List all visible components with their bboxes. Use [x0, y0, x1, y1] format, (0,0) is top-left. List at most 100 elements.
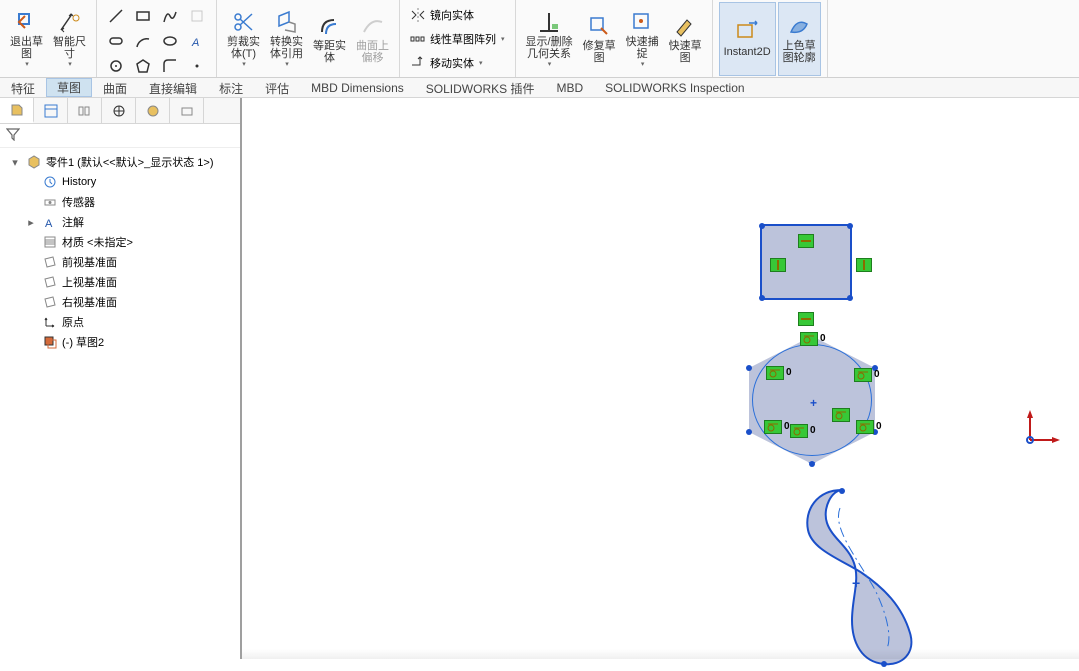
tree-item-front-plane[interactable]: 前视基准面 [16, 252, 240, 272]
vertical-relation-icon[interactable] [770, 258, 786, 272]
tree-item-annotations[interactable]: ▸ A 注解 [16, 212, 240, 232]
tab-direct-edit[interactable]: 直接编辑 [138, 78, 208, 97]
relation-annotation: 0 [786, 367, 792, 378]
tangent-relation-icon[interactable] [832, 408, 850, 422]
relation-annotation: 0 [784, 421, 790, 432]
repair-sketch-button[interactable]: 修复草 图 [579, 2, 620, 76]
horizontal-relation-icon[interactable] [798, 234, 814, 248]
vertex-handle[interactable] [759, 295, 765, 301]
tree-item-origin[interactable]: 原点 [16, 312, 240, 332]
tangent-relation-icon[interactable] [764, 420, 782, 434]
tree-item-label: 上视基准面 [62, 274, 117, 290]
tab-surfaces[interactable]: 曲面 [92, 78, 138, 97]
circle-tool-button[interactable] [103, 54, 129, 78]
tangent-relation-icon[interactable] [856, 420, 874, 434]
cam-manager-tab[interactable] [170, 98, 204, 123]
tree-item-right-plane[interactable]: 右视基准面 [16, 292, 240, 312]
ellipse-tool-button[interactable] [157, 29, 183, 53]
svg-text:A: A [45, 218, 53, 229]
offset-on-surface-button[interactable]: 曲面上 偏移 [352, 2, 393, 76]
vertex-handle[interactable] [809, 461, 815, 467]
svg-text:A: A [191, 37, 199, 49]
horizontal-relation-icon[interactable] [798, 312, 814, 326]
offset-entities-button[interactable]: 等距实 体 [309, 2, 350, 76]
orientation-triad[interactable] [1022, 408, 1062, 451]
tab-sketch[interactable]: 草图 [46, 78, 92, 97]
tree-item-material[interactable]: 材质 <未指定> [16, 232, 240, 252]
cursor-cross-icon: + [852, 575, 860, 591]
tab-evaluate[interactable]: 评估 [254, 78, 300, 97]
tangent-relation-icon[interactable] [766, 366, 784, 380]
tab-mbd[interactable]: MBD [545, 78, 594, 97]
vertex-handle[interactable] [746, 365, 752, 371]
tangent-relation-icon[interactable] [854, 368, 872, 382]
property-manager-tab[interactable] [34, 98, 68, 123]
tab-features[interactable]: 特征 [0, 78, 46, 97]
display-relations-button[interactable]: 显示/删除 几何关系 ▾ [522, 2, 577, 76]
sketch-spline[interactable] [802, 488, 942, 668]
vertical-relation-icon[interactable] [856, 258, 872, 272]
repair-sketch-label: 修复草 图 [583, 40, 616, 64]
text-tool-button[interactable]: A [184, 29, 210, 53]
smart-dimension-button[interactable]: 智能尺 寸 ▾ [49, 2, 90, 76]
mirror-entities-button[interactable]: 镜向实体 [406, 4, 509, 26]
point-tool-button[interactable] [184, 54, 210, 78]
tree-item-history[interactable]: History [16, 172, 240, 192]
feature-manager-tab[interactable] [0, 98, 34, 123]
tree-item-sketch2[interactable]: (-) 草图2 [16, 332, 240, 352]
fillet-tool-button[interactable] [157, 54, 183, 78]
tab-addins[interactable]: SOLIDWORKS 插件 [415, 78, 546, 97]
tangent-relation-icon[interactable] [790, 424, 808, 438]
linear-pattern-button[interactable]: 线性草图阵列 ▾ [406, 28, 509, 50]
center-mark-icon: + [810, 396, 817, 410]
part-icon [26, 154, 42, 170]
rapid-sketch-label: 快速草 图 [669, 40, 702, 64]
convert-entities-button[interactable]: 转换实 体引用 ▾ [266, 2, 307, 76]
sketch-polygon[interactable]: + [742, 336, 882, 464]
dropdown-arrow-icon: ▾ [548, 60, 552, 68]
display-manager-tab[interactable] [136, 98, 170, 123]
trim-entities-button[interactable]: 剪裁实 体(T) ▾ [223, 2, 264, 76]
graphics-viewport[interactable]: + 0 0 0 0 0 0 [242, 98, 1079, 659]
rectangle-tool-button[interactable] [130, 4, 156, 28]
command-manager-tabs: 特征 草图 曲面 直接编辑 标注 评估 MBD Dimensions SOLID… [0, 78, 1079, 98]
quick-snaps-button[interactable]: 快速捕 捉 ▾ [622, 2, 663, 76]
tree-item-sensors[interactable]: 传感器 [16, 192, 240, 212]
shaded-contour-button[interactable]: 上色草 图轮廓 [778, 2, 821, 76]
filter-icon[interactable] [6, 127, 20, 144]
origin-icon [42, 314, 58, 330]
polygon-tool-button[interactable] [130, 54, 156, 78]
tree-item-top-plane[interactable]: 上视基准面 [16, 272, 240, 292]
display-relations-label: 显示/删除 几何关系 [526, 36, 573, 60]
plane-icon [42, 294, 58, 310]
trim-entities-label: 剪裁实 体(T) [227, 36, 260, 60]
tree-item-label: 注解 [62, 214, 84, 230]
configuration-manager-tab[interactable] [68, 98, 102, 123]
tangent-relation-icon[interactable] [800, 332, 818, 346]
convert-entities-icon [275, 10, 299, 34]
relations-icon [537, 10, 561, 34]
line-tool-button[interactable] [103, 4, 129, 28]
instant2d-button[interactable]: Instant2D [719, 2, 776, 76]
vertex-handle[interactable] [746, 429, 752, 435]
dimxpert-manager-tab[interactable] [102, 98, 136, 123]
trim-tool-icon[interactable] [184, 4, 210, 28]
rapid-sketch-button[interactable]: 快速草 图 [665, 2, 706, 76]
vertex-handle[interactable] [759, 223, 765, 229]
arc-tool-button[interactable] [130, 29, 156, 53]
vertex-handle[interactable] [847, 223, 853, 229]
smart-dimension-label: 智能尺 寸 [53, 36, 86, 60]
expand-icon[interactable]: ▸ [24, 216, 38, 229]
tree-root-part[interactable]: ▾ 零件1 (默认<<默认>_显示状态 1>) [0, 152, 240, 172]
vertex-handle[interactable] [847, 295, 853, 301]
tab-annotate[interactable]: 标注 [208, 78, 254, 97]
slot-tool-button[interactable] [103, 29, 129, 53]
exit-sketch-button[interactable]: 退出草 图 ▾ [6, 2, 47, 76]
tab-mbd-dimensions[interactable]: MBD Dimensions [300, 78, 415, 97]
spline-tool-button[interactable] [157, 4, 183, 28]
tab-inspection[interactable]: SOLIDWORKS Inspection [594, 78, 755, 97]
collapse-icon[interactable]: ▾ [8, 156, 22, 169]
dropdown-arrow-icon: ▾ [479, 59, 483, 67]
move-entities-button[interactable]: 移动实体 ▾ [406, 52, 509, 74]
relation-annotation: 0 [820, 333, 826, 344]
